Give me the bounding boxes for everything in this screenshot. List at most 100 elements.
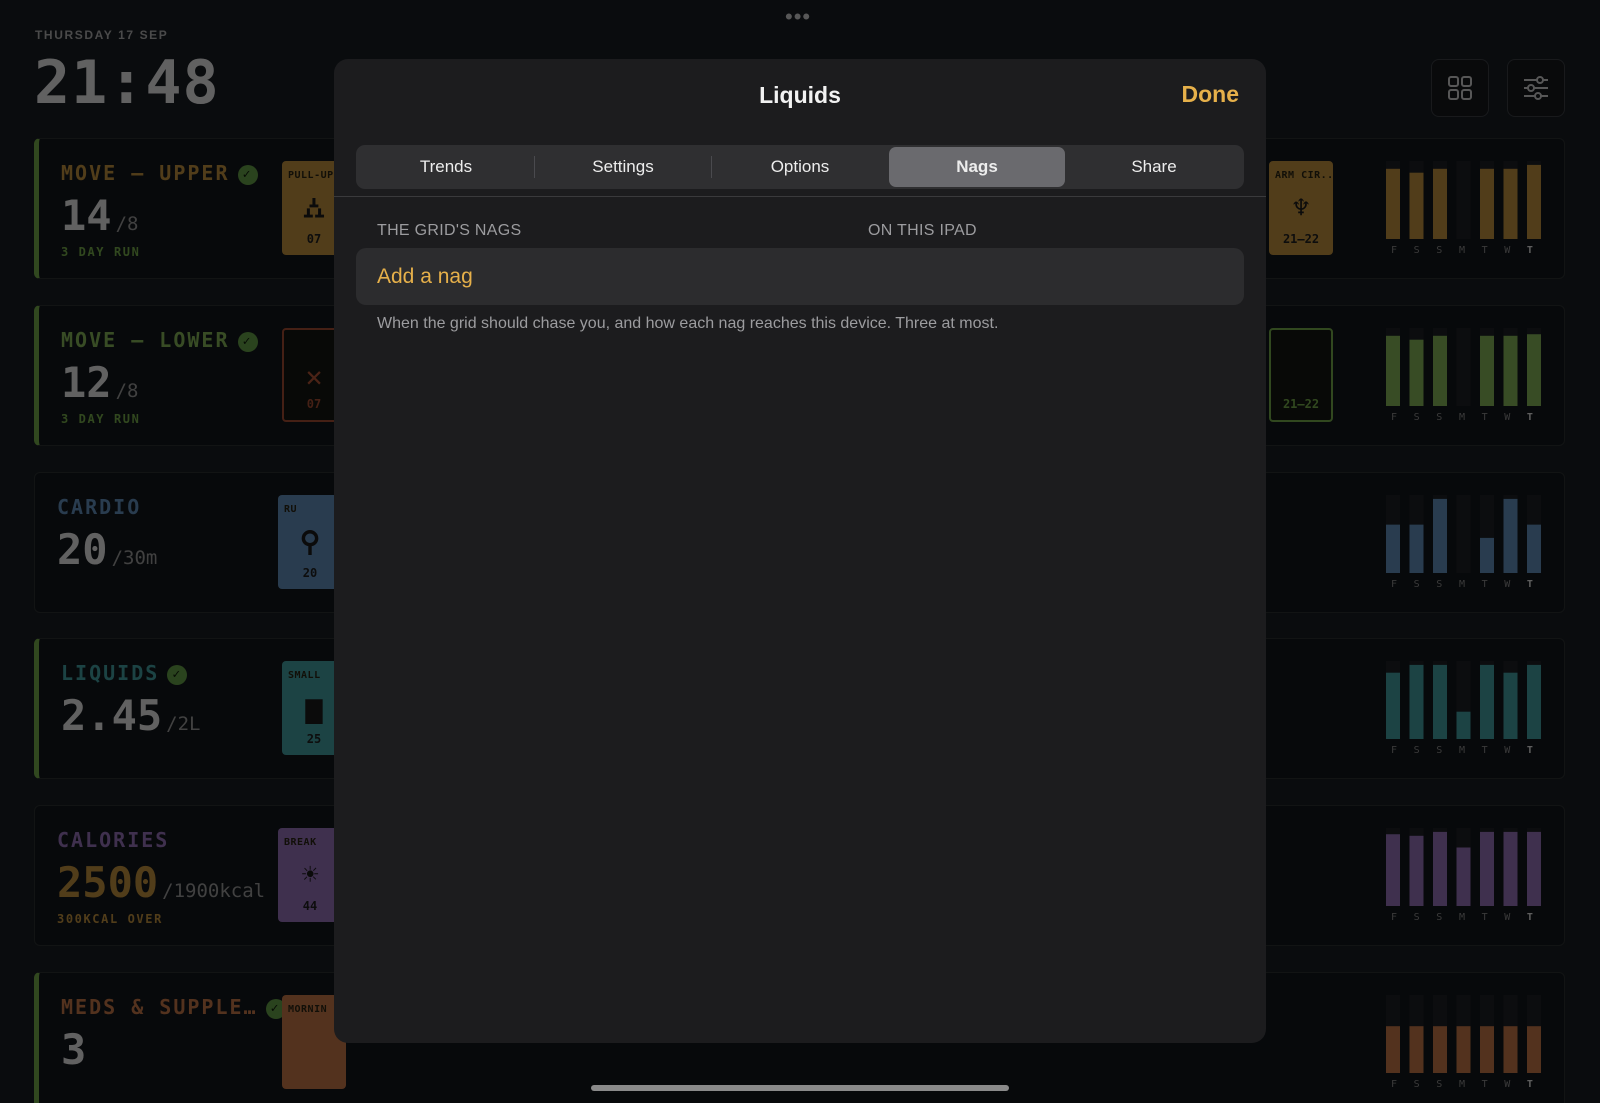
weekday-label: T bbox=[1526, 412, 1533, 423]
tab-share[interactable]: Share bbox=[1066, 147, 1242, 187]
day-bar bbox=[1503, 335, 1518, 406]
metric-goal: /8 bbox=[115, 213, 139, 235]
sheet-header: Liquids Done bbox=[334, 59, 1266, 139]
weekday-label: F bbox=[1390, 245, 1398, 256]
weekday-labels: FSSMTWT bbox=[1382, 745, 1542, 756]
tab-options[interactable]: Options bbox=[712, 147, 888, 187]
bar-track bbox=[1456, 495, 1471, 573]
bar-track bbox=[1456, 328, 1471, 406]
day-bar bbox=[1480, 831, 1494, 906]
weekday-label: S bbox=[1413, 745, 1420, 756]
tile-label: BREAK bbox=[284, 837, 317, 848]
home-indicator[interactable] bbox=[591, 1085, 1009, 1091]
add-nag-button[interactable]: Add a nag bbox=[356, 248, 1244, 305]
day-bar bbox=[1480, 335, 1494, 406]
metric-title: CALORIES bbox=[57, 828, 170, 852]
tile-value: 21–22 bbox=[1282, 232, 1320, 246]
metric-value: 2500/1900kcal bbox=[57, 858, 266, 907]
runner-icon: ⚲ bbox=[299, 525, 321, 558]
metric-goal: /2L bbox=[166, 713, 201, 735]
filter-settings-button[interactable] bbox=[1507, 59, 1565, 117]
weekday-label: S bbox=[1436, 579, 1443, 590]
day-bar bbox=[1433, 1026, 1447, 1073]
weekday-labels: FSSMTWT bbox=[1382, 245, 1542, 256]
weekday-label: F bbox=[1390, 912, 1398, 923]
day-bar bbox=[1409, 1026, 1424, 1073]
day-bar bbox=[1480, 537, 1494, 573]
day-bar bbox=[1433, 498, 1447, 573]
section-header-on-this-ipad: ON THIS IPAD bbox=[868, 222, 977, 239]
activity-tile[interactable]: 21–22 bbox=[1269, 328, 1333, 422]
weekday-label: T bbox=[1481, 412, 1488, 423]
day-bar bbox=[1386, 672, 1400, 739]
day-bar bbox=[1456, 1026, 1471, 1073]
weekday-label: T bbox=[1481, 245, 1488, 256]
day-bar bbox=[1386, 335, 1400, 406]
weekday-label: F bbox=[1390, 745, 1398, 756]
multitasking-dots-icon[interactable]: ••• bbox=[785, 6, 811, 28]
metric-value: 3 bbox=[61, 1025, 87, 1074]
weekday-label: M bbox=[1458, 245, 1465, 256]
day-bar bbox=[1433, 168, 1447, 239]
metric-subtitle: 3 DAY RUN bbox=[61, 245, 141, 259]
tile-label: SMALL bbox=[288, 670, 321, 681]
weekday-label: T bbox=[1526, 912, 1533, 923]
tile-value: 20 bbox=[302, 566, 318, 580]
tab-settings[interactable]: Settings bbox=[535, 147, 711, 187]
day-bar bbox=[1503, 498, 1518, 573]
bar-track bbox=[1456, 161, 1471, 239]
tab-segmented-control: Trends Settings Options Nags Share bbox=[356, 145, 1244, 189]
day-bar bbox=[1503, 672, 1518, 739]
day-bar bbox=[1386, 1026, 1400, 1073]
checkmark-icon: ✓ bbox=[237, 331, 258, 352]
metric-title: MOVE — UPPER ✓ bbox=[61, 161, 258, 185]
day-bar bbox=[1386, 834, 1400, 906]
grid-view-button[interactable] bbox=[1431, 59, 1489, 117]
weekday-label: W bbox=[1504, 745, 1511, 756]
grid-icon bbox=[1448, 76, 1472, 100]
weekday-label: S bbox=[1413, 245, 1420, 256]
day-bar bbox=[1527, 664, 1541, 739]
weekday-label: S bbox=[1413, 412, 1420, 423]
tile-value: 21–22 bbox=[1282, 397, 1320, 411]
activity-tile[interactable]: BREAK ☀ 44 bbox=[278, 828, 342, 922]
weekday-labels: FSSMTWT bbox=[1382, 912, 1542, 923]
day-bar bbox=[1409, 524, 1424, 573]
weekday-label: W bbox=[1504, 245, 1511, 256]
weekday-label: W bbox=[1504, 912, 1511, 923]
weekday-label: T bbox=[1481, 1079, 1488, 1090]
metric-title: MEDS & SUPPLE… ✓ bbox=[61, 995, 286, 1019]
day-bar bbox=[1386, 524, 1400, 573]
weekday-label: S bbox=[1413, 1079, 1420, 1090]
weekday-label: M bbox=[1458, 745, 1465, 756]
day-bar bbox=[1409, 835, 1424, 906]
activity-tile[interactable]: RU ⚲ 20 bbox=[278, 495, 342, 589]
day-bar bbox=[1433, 664, 1447, 739]
weekday-label: S bbox=[1413, 579, 1420, 590]
week-mini-chart bbox=[1386, 495, 1541, 573]
nags-footnote: When the grid should chase you, and how … bbox=[377, 315, 999, 332]
weekday-label: M bbox=[1458, 1079, 1465, 1090]
tab-trends[interactable]: Trends bbox=[358, 147, 534, 187]
week-mini-chart bbox=[1386, 995, 1541, 1073]
activity-tile[interactable]: ARM CIR... ♆ 21–22 bbox=[1269, 161, 1333, 255]
weekday-labels: FSSMTWT bbox=[1382, 1079, 1542, 1090]
day-bar bbox=[1480, 664, 1494, 739]
tile-label: RU bbox=[284, 504, 298, 515]
weekday-label: M bbox=[1458, 579, 1465, 590]
day-bar bbox=[1503, 168, 1518, 239]
week-mini-chart bbox=[1386, 661, 1541, 739]
tile-value: 44 bbox=[302, 899, 318, 913]
week-mini-chart bbox=[1386, 328, 1541, 406]
weekday-label: M bbox=[1458, 912, 1465, 923]
metric-subtitle: 300KCAL OVER bbox=[57, 912, 163, 926]
figure-icon: ♆ bbox=[1292, 191, 1310, 224]
sheet-title: Liquids bbox=[759, 82, 841, 108]
weekday-label: S bbox=[1436, 245, 1443, 256]
tab-nags[interactable]: Nags bbox=[889, 147, 1065, 187]
done-button[interactable]: Done bbox=[1182, 81, 1240, 108]
day-bar bbox=[1386, 168, 1400, 239]
day-bar bbox=[1480, 1026, 1494, 1073]
weekday-labels: FSSMTWT bbox=[1382, 412, 1542, 423]
metric-value: 2.45/2L bbox=[61, 691, 201, 740]
